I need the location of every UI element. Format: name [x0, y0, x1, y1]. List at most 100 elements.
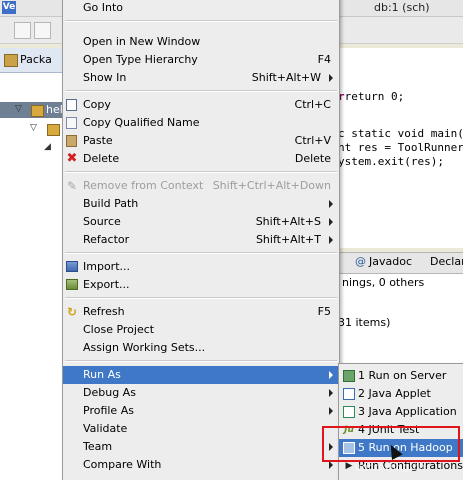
menu-item-shortcut: F4	[317, 53, 331, 66]
menu-item-label: Build Path	[83, 197, 139, 210]
menu-item-export[interactable]: Export...	[63, 276, 339, 294]
menu-item-copy[interactable]: Copy Ctrl+C	[63, 96, 339, 114]
menu-item-copy-qualified-name[interactable]: Copy Qualified Name	[63, 114, 339, 132]
menu-item-label: Run As	[83, 368, 121, 381]
tree-item-project[interactable]: ▽ hel	[0, 102, 66, 118]
menu-item-profile-as[interactable]: Profile As	[63, 402, 339, 420]
collapse-icon[interactable]: ◢	[44, 142, 51, 152]
submenu-arrow-icon	[329, 236, 333, 244]
menu-item-show-in[interactable]: Show In Shift+Alt+W	[63, 69, 339, 87]
server-icon	[343, 370, 355, 382]
menu-item-assign-working-sets[interactable]: Assign Working Sets...	[63, 339, 339, 357]
toolbar-button[interactable]	[14, 22, 31, 39]
delete-icon: ✖	[66, 151, 78, 166]
problems-summary: nings, 0 others	[342, 276, 425, 289]
submenu-item-label: 1 Run on Server	[358, 369, 447, 382]
menu-item-debug-as[interactable]: Debug As	[63, 384, 339, 402]
menu-item-label: Assign Working Sets...	[83, 341, 206, 354]
menu-item-shortcut: Shift+Alt+T	[255, 233, 321, 246]
javadoc-icon: @	[355, 255, 366, 268]
menu-item-label: Team	[83, 440, 113, 453]
remove-from-context-icon: ✎	[66, 179, 78, 193]
menu-item-open-type-hierarchy[interactable]: Open Type Hierarchy F4	[63, 51, 339, 69]
tree-item-label: hel	[46, 103, 63, 116]
collapse-icon[interactable]: ▽	[30, 123, 37, 133]
import-icon	[66, 261, 78, 272]
collapse-icon[interactable]: ▽	[15, 104, 22, 114]
menu-item-shortcut: Shift+Alt+S	[255, 215, 321, 228]
menu-item-delete[interactable]: ✖ Delete Delete	[63, 150, 339, 168]
menu-item-label: Close Project	[83, 323, 155, 336]
menu-item-close-project[interactable]: Close Project	[63, 321, 339, 339]
menu-item-validate[interactable]: Validate	[63, 420, 339, 438]
menu-item-open-in-new-window[interactable]: Open in New Window	[63, 33, 339, 51]
package-explorer-tab-label: Packa	[20, 53, 52, 66]
submenu-arrow-icon	[329, 389, 333, 397]
menu-item-shortcut: F5	[317, 305, 331, 318]
tab-javadoc[interactable]: Javadoc	[369, 255, 412, 268]
menu-item-compare-with[interactable]: Compare With	[63, 456, 339, 474]
submenu-arrow-icon	[329, 74, 333, 82]
export-icon	[66, 279, 78, 290]
menu-separator	[65, 90, 337, 92]
menu-item-label: Refactor	[83, 233, 130, 246]
copy-qualified-name-icon	[66, 117, 77, 129]
menu-separator	[65, 252, 337, 254]
code-line: rreturn 0;	[338, 90, 405, 103]
tab-declaration[interactable]: Declar	[430, 255, 463, 268]
code-line: c static void main(St	[338, 127, 463, 140]
menu-item-label: Show In	[83, 71, 127, 84]
menu-item-label: Copy Qualified Name	[83, 116, 200, 129]
paste-icon	[66, 135, 77, 147]
menu-item-label: Debug As	[83, 386, 136, 399]
menu-item-refresh[interactable]: ↻ Refresh F5	[63, 303, 339, 321]
menu-item-remove-from-context[interactable]: ✎ Remove from Context Shift+Ctrl+Alt+Dow…	[63, 177, 339, 195]
menu-item-go-into[interactable]: Go Into	[63, 0, 339, 17]
menu-item-shortcut: Shift+Alt+W	[251, 71, 321, 84]
menu-item-label: Copy	[83, 98, 111, 111]
context-menu: Go Into Open in New Window Open Type Hie…	[62, 0, 340, 480]
submenu-arrow-icon	[329, 218, 333, 226]
menu-item-label: Source	[83, 215, 121, 228]
submenu-item-run-on-server[interactable]: 1 Run on Server	[339, 367, 463, 385]
project-icon	[31, 105, 44, 117]
submenu-arrow-icon	[329, 200, 333, 208]
menu-item-label: Export...	[83, 278, 130, 291]
menu-item-team[interactable]: Team	[63, 438, 339, 456]
tree-item-child[interactable]: ◢	[0, 140, 66, 156]
menu-item-label: Paste	[83, 134, 113, 147]
submenu-item-java-application[interactable]: 3 Java Application	[339, 403, 463, 421]
menu-item-label: Remove from Context	[83, 179, 204, 192]
problems-items: 31 items)	[338, 316, 391, 329]
menu-separator	[65, 171, 337, 173]
tab-package-explorer[interactable]: Packa	[0, 48, 66, 73]
menu-item-shortcut: Shift+Ctrl+Alt+Down	[212, 179, 331, 192]
toolbar-button[interactable]	[34, 22, 51, 39]
submenu-arrow-icon	[329, 371, 333, 379]
menu-item-label: Profile As	[83, 404, 134, 417]
menu-item-source[interactable]: Source Shift+Alt+S	[63, 213, 339, 231]
app-icon: Ve	[2, 1, 16, 14]
submenu-item-java-applet[interactable]: 2 Java Applet	[339, 385, 463, 403]
java-application-icon	[343, 406, 355, 418]
menu-item-import[interactable]: Import...	[63, 258, 339, 276]
window-title: db:1 (sch)	[374, 1, 430, 14]
menu-separator	[65, 20, 337, 22]
menu-item-label: Delete	[83, 152, 120, 165]
menu-item-label: Validate	[83, 422, 128, 435]
java-applet-icon	[343, 388, 355, 400]
menu-separator	[65, 360, 337, 362]
menu-separator	[65, 297, 337, 299]
bottom-tab-bar: @ Javadoc Declar	[338, 252, 463, 274]
menu-item-label: Open Type Hierarchy	[83, 53, 198, 66]
menu-item-label: Go Into	[83, 1, 124, 14]
menu-item-label: Import...	[83, 260, 130, 273]
copy-icon	[66, 99, 77, 111]
menu-item-refactor[interactable]: Refactor Shift+Alt+T	[63, 231, 339, 249]
menu-item-build-path[interactable]: Build Path	[63, 195, 339, 213]
menu-item-paste[interactable]: Paste Ctrl+V	[63, 132, 339, 150]
tree-item-child[interactable]: ▽	[0, 121, 66, 137]
menu-item-shortcut: Delete	[294, 152, 331, 165]
menu-item-run-as[interactable]: Run As	[63, 366, 339, 384]
package-explorer-icon	[4, 54, 18, 67]
